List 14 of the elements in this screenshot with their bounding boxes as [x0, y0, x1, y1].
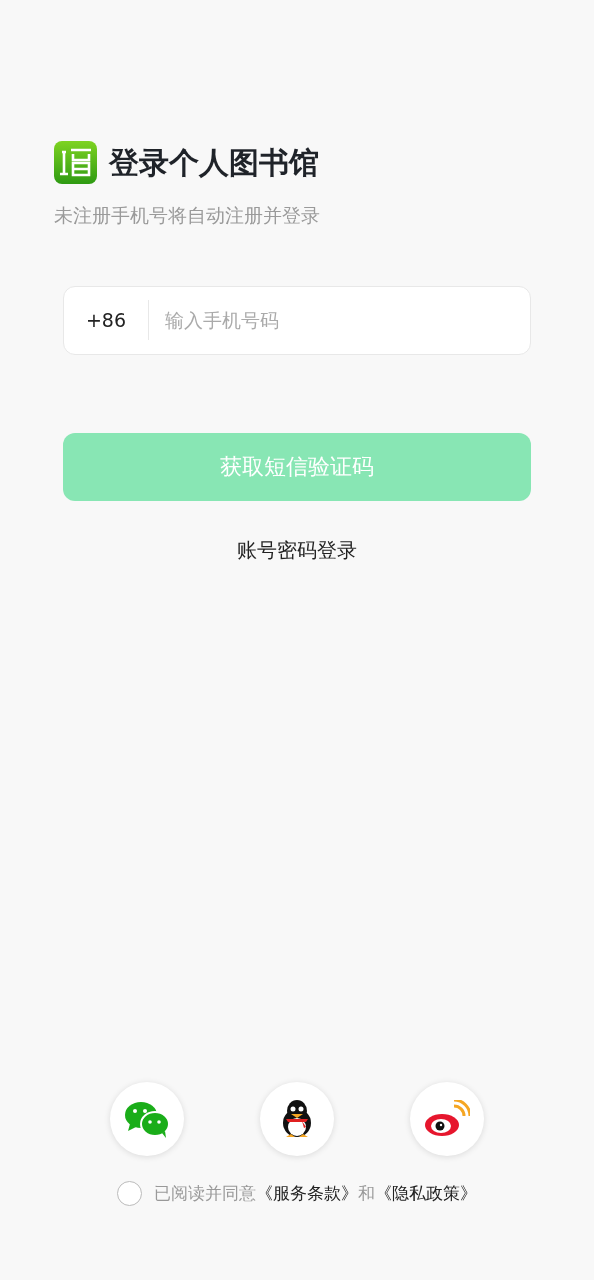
penguin-icon: [280, 1098, 314, 1139]
chat-bubbles-icon: [124, 1099, 170, 1138]
agreement-text: 已阅读并同意《服务条款》和《隐私政策》: [154, 1181, 477, 1205]
app-logo-icon: [54, 141, 97, 184]
social-login-button[interactable]: [260, 1081, 334, 1156]
policy-link[interactable]: 《隐私政策》: [375, 1182, 477, 1203]
agreement-checkbox[interactable]: [117, 1180, 142, 1206]
phone-field[interactable]: +86 输入手机号码: [63, 285, 531, 355]
page-title: 登录个人图书馆: [109, 144, 319, 182]
password-login-link[interactable]: 账号密码登录: [237, 534, 357, 565]
country-code[interactable]: +86: [64, 305, 148, 335]
subtitle: 未注册手机号将自动注册并登录: [54, 203, 320, 228]
policy-link[interactable]: 《服务条款》: [256, 1182, 358, 1203]
weibo-icon: [424, 1099, 470, 1138]
